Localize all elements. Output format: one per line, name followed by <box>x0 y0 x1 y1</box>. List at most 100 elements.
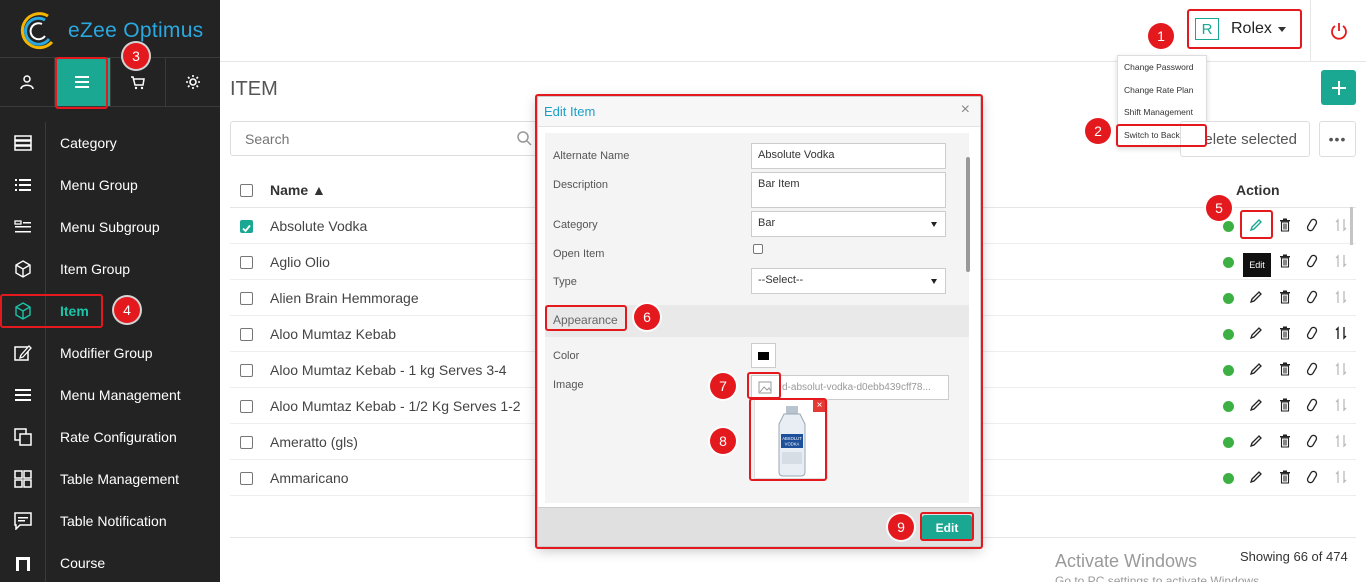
image-file-input[interactable]: d-absolut-vodka-d0ebb439cff78... <box>751 375 949 400</box>
select-all-checkbox[interactable] <box>240 184 253 197</box>
edit-icon[interactable] <box>1248 361 1264 377</box>
description-textarea[interactable]: Bar Item <box>751 172 946 208</box>
category-select[interactable]: Bar <box>751 211 946 237</box>
select-arrow-icon <box>931 279 937 284</box>
link-icon[interactable] <box>1304 397 1320 413</box>
delete-icon[interactable] <box>1277 361 1293 377</box>
copy-icon <box>0 416 46 458</box>
delete-icon[interactable] <box>1277 397 1293 413</box>
logo-icon <box>20 12 54 50</box>
sidebar-item-label: Menu Subgroup <box>60 219 160 235</box>
sidebar-item-table-management[interactable]: Table Management <box>0 458 220 500</box>
delete-icon[interactable] <box>1277 217 1293 233</box>
sidebar-item-table-notification[interactable]: Table Notification <box>0 500 220 542</box>
power-icon <box>1330 23 1347 40</box>
edit-icon[interactable] <box>1248 217 1264 233</box>
edit-icon[interactable] <box>1248 289 1264 305</box>
delete-icon[interactable] <box>1277 325 1293 341</box>
logout-button[interactable] <box>1310 0 1366 62</box>
sort-icon[interactable] <box>1333 433 1349 449</box>
sidebar-item-category[interactable]: Category <box>0 122 220 164</box>
row-checkbox[interactable] <box>240 328 253 341</box>
row-checkbox[interactable] <box>240 400 253 413</box>
add-item-button[interactable] <box>1321 70 1356 105</box>
sidebar-item-item-group[interactable]: Item Group <box>0 248 220 290</box>
annotation-badge-5: 5 <box>1206 195 1232 221</box>
tab-user[interactable] <box>0 58 56 106</box>
sort-icon[interactable] <box>1333 397 1349 413</box>
edit-icon[interactable] <box>1248 469 1264 485</box>
delete-icon[interactable] <box>1277 469 1293 485</box>
sidebar-item-label: Rate Configuration <box>60 429 177 445</box>
tab-menu[interactable] <box>55 58 111 106</box>
sort-icon[interactable] <box>1333 361 1349 377</box>
color-label: Color <box>553 350 580 362</box>
row-checkbox[interactable] <box>240 256 253 269</box>
column-header-name[interactable]: Name ▲ <box>270 182 326 198</box>
edit-submit-button[interactable]: Edit <box>922 515 972 541</box>
edit-icon[interactable] <box>1248 433 1264 449</box>
close-icon[interactable]: × <box>961 101 970 119</box>
row-checkbox[interactable] <box>240 472 253 485</box>
sort-icon[interactable] <box>1333 325 1349 341</box>
sort-icon[interactable] <box>1333 289 1349 305</box>
link-icon[interactable] <box>1304 325 1320 341</box>
sidebar-item-modifier-group[interactable]: Modifier Group <box>0 332 220 374</box>
status-active-icon <box>1223 257 1234 268</box>
color-picker[interactable] <box>751 343 776 368</box>
row-name: Aloo Mumtaz Kebab - 1 kg Serves 3-4 <box>270 362 507 378</box>
row-checkbox[interactable] <box>240 436 253 449</box>
link-icon[interactable] <box>1304 433 1320 449</box>
logo[interactable]: eZee Optimus <box>0 0 220 62</box>
sort-icon[interactable] <box>1333 253 1349 269</box>
edit-tooltip: Edit <box>1243 253 1271 277</box>
link-icon[interactable] <box>1304 217 1320 233</box>
logo-text: eZee Optimus <box>68 19 204 42</box>
table-scrollbar[interactable] <box>1350 207 1353 245</box>
type-select[interactable]: --Select-- <box>751 268 946 294</box>
alternate-name-input[interactable]: Absolute Vodka <box>751 143 946 169</box>
top-bar: R Rolex <box>220 0 1366 62</box>
annotation-badge-7: 7 <box>710 373 736 399</box>
delete-icon[interactable] <box>1277 289 1293 305</box>
sidebar-item-course[interactable]: Course <box>0 542 220 582</box>
open-item-checkbox[interactable] <box>753 244 763 254</box>
link-icon[interactable] <box>1304 289 1320 305</box>
row-checkbox[interactable] <box>240 364 253 377</box>
edit-icon[interactable] <box>1248 325 1264 341</box>
more-options-button[interactable]: ••• <box>1319 121 1356 157</box>
sidebar-item-rate-configuration[interactable]: Rate Configuration <box>0 416 220 458</box>
sort-icon[interactable] <box>1333 469 1349 485</box>
sidebar-item-menu-subgroup[interactable]: Menu Subgroup <box>0 206 220 248</box>
sublist-icon <box>0 206 46 248</box>
user-menu-button[interactable]: R Rolex <box>1187 10 1304 48</box>
delete-selected-button[interactable]: elete selected <box>1180 121 1310 157</box>
gear-icon <box>185 75 200 89</box>
sort-icon[interactable] <box>1333 217 1349 233</box>
edit-box-icon <box>0 332 46 374</box>
row-name: Alien Brain Hemmorage <box>270 290 419 306</box>
menu-item-change-password[interactable]: Change Password <box>1118 56 1206 79</box>
link-icon[interactable] <box>1304 253 1320 269</box>
sidebar-item-label: Table Notification <box>60 513 167 529</box>
remove-image-button[interactable]: × <box>813 399 826 412</box>
sidebar-item-label: Category <box>60 135 117 151</box>
row-checkbox[interactable] <box>240 292 253 305</box>
delete-icon[interactable] <box>1277 253 1293 269</box>
sidebar-item-menu-management[interactable]: Menu Management <box>0 374 220 416</box>
menu-item-change-rate-plan[interactable]: Change Rate Plan <box>1118 79 1206 102</box>
delete-icon[interactable] <box>1277 433 1293 449</box>
row-checkbox[interactable] <box>240 220 253 233</box>
link-icon[interactable] <box>1304 469 1320 485</box>
sidebar-item-item[interactable]: Item <box>0 290 220 332</box>
modal-title: Edit Item <box>544 104 596 119</box>
annotation-badge-2: 2 <box>1085 118 1111 144</box>
modal-scrollbar[interactable] <box>966 157 970 272</box>
sidebar-item-menu-group[interactable]: Menu Group <box>0 164 220 206</box>
search-input[interactable] <box>230 121 540 156</box>
tab-settings[interactable] <box>166 58 220 106</box>
status-active-icon <box>1223 473 1234 484</box>
status-active-icon <box>1223 221 1234 232</box>
link-icon[interactable] <box>1304 361 1320 377</box>
edit-icon[interactable] <box>1248 397 1264 413</box>
